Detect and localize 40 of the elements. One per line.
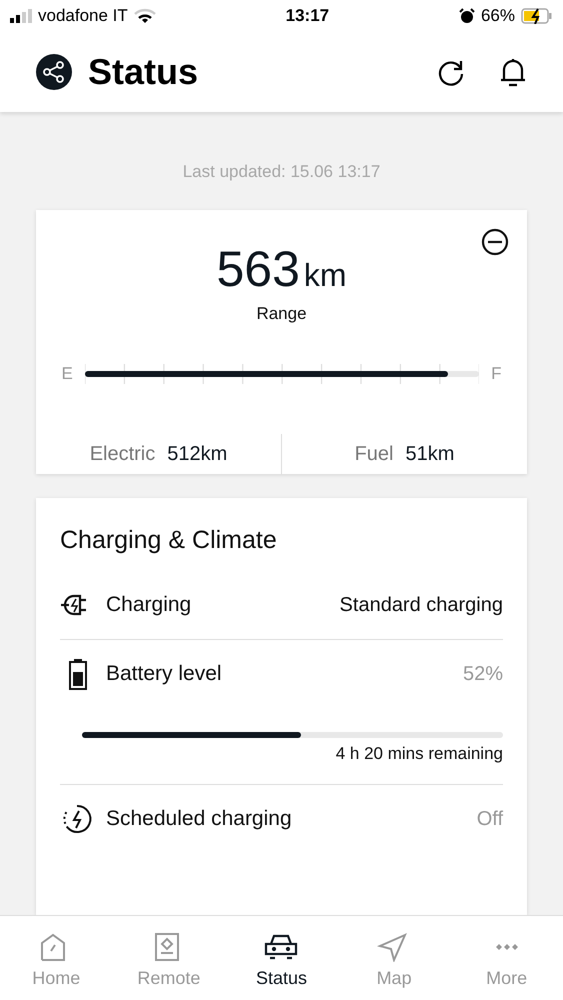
full-label: F <box>491 364 502 384</box>
refresh-icon <box>437 58 465 86</box>
refresh-button[interactable] <box>437 58 465 86</box>
range-label: Range <box>256 304 307 324</box>
battery-charging-icon <box>520 8 553 24</box>
card-title: Charging & Climate <box>60 526 278 555</box>
bell-icon <box>499 57 527 87</box>
last-updated-text: Last updated: 15.06 13:17 <box>182 162 380 182</box>
wifi-icon <box>134 8 156 24</box>
range-type-value: 512km <box>167 442 228 466</box>
more-icon <box>494 943 519 951</box>
tab-bar-item[interactable]: Home <box>0 916 113 1000</box>
minus-circle-icon <box>481 228 509 256</box>
battery-percentage: 66% <box>480 6 515 26</box>
tab-bar-item[interactable]: More <box>450 916 563 1000</box>
setting-label: Battery level <box>106 662 223 686</box>
tab-bar-item[interactable]: Remote <box>112 916 226 1000</box>
signal-icon <box>10 9 32 23</box>
remaining-time-text: 4 h 20 mins remaining <box>336 744 503 764</box>
range-unit: km <box>304 257 347 294</box>
share-icon[interactable] <box>36 54 72 90</box>
alarm-clock-icon <box>458 8 475 24</box>
notifications-button[interactable] <box>499 57 527 87</box>
car-icon <box>263 932 300 962</box>
range-value: 563 <box>216 240 300 298</box>
setting-label: Scheduled charging <box>106 807 293 831</box>
empty-label: E <box>62 364 73 384</box>
range-type-label: Electric <box>90 442 156 466</box>
tab-bar-item[interactable]: Map <box>338 916 450 1000</box>
page-title: Status <box>88 51 200 93</box>
carrier-name: vodafone IT <box>38 6 128 26</box>
collapse-button[interactable] <box>481 228 509 256</box>
range-type-label: Fuel <box>354 442 394 466</box>
setting-value: Off <box>476 808 503 830</box>
setting-value: 52% <box>462 662 503 686</box>
setting-value: Standard charging <box>340 594 503 616</box>
clock-time: 13:17 <box>286 6 330 26</box>
tab-bar-item[interactable]: Status <box>225 916 338 1000</box>
range-type-value: 51km <box>406 442 454 466</box>
setting-label: Charging <box>106 593 192 617</box>
